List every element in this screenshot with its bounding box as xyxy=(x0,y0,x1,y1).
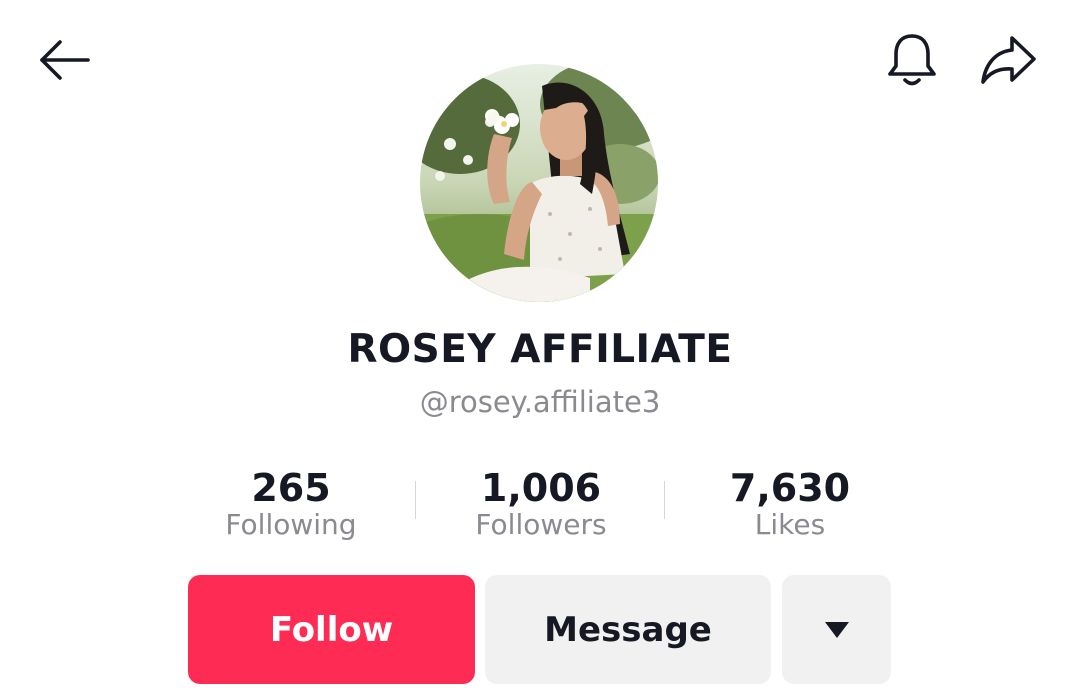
following-stat[interactable]: 265 Following xyxy=(191,462,391,542)
profile-photo xyxy=(420,64,658,302)
likes-count: 7,630 xyxy=(729,466,851,510)
following-label: Following xyxy=(225,508,357,541)
share-arrow-icon xyxy=(981,36,1036,84)
following-count: 265 xyxy=(251,466,331,510)
share-button[interactable] xyxy=(974,28,1044,92)
bell-icon xyxy=(888,34,936,86)
profile-page: ROSEY AFFILIATE @rosey.affiliate3 265 Fo… xyxy=(0,0,1080,700)
caret-down-icon xyxy=(824,621,849,638)
message-button[interactable]: Message xyxy=(485,575,771,684)
username: @rosey.affiliate3 xyxy=(419,385,661,419)
likes-stat[interactable]: 7,630 Likes xyxy=(690,462,890,542)
followers-count: 1,006 xyxy=(480,466,602,510)
arrow-left-icon xyxy=(40,40,90,80)
notification-bell-button[interactable] xyxy=(880,28,944,92)
avatar[interactable] xyxy=(420,64,658,302)
back-button[interactable] xyxy=(34,32,96,88)
stat-divider xyxy=(415,481,416,519)
more-options-button[interactable] xyxy=(782,575,891,684)
stat-divider xyxy=(664,481,665,519)
followers-label: Followers xyxy=(475,508,607,541)
display-name: ROSEY AFFILIATE xyxy=(347,327,733,372)
followers-stat[interactable]: 1,006 Followers xyxy=(441,462,641,542)
likes-label: Likes xyxy=(754,508,826,541)
follow-button[interactable]: Follow xyxy=(188,575,475,684)
